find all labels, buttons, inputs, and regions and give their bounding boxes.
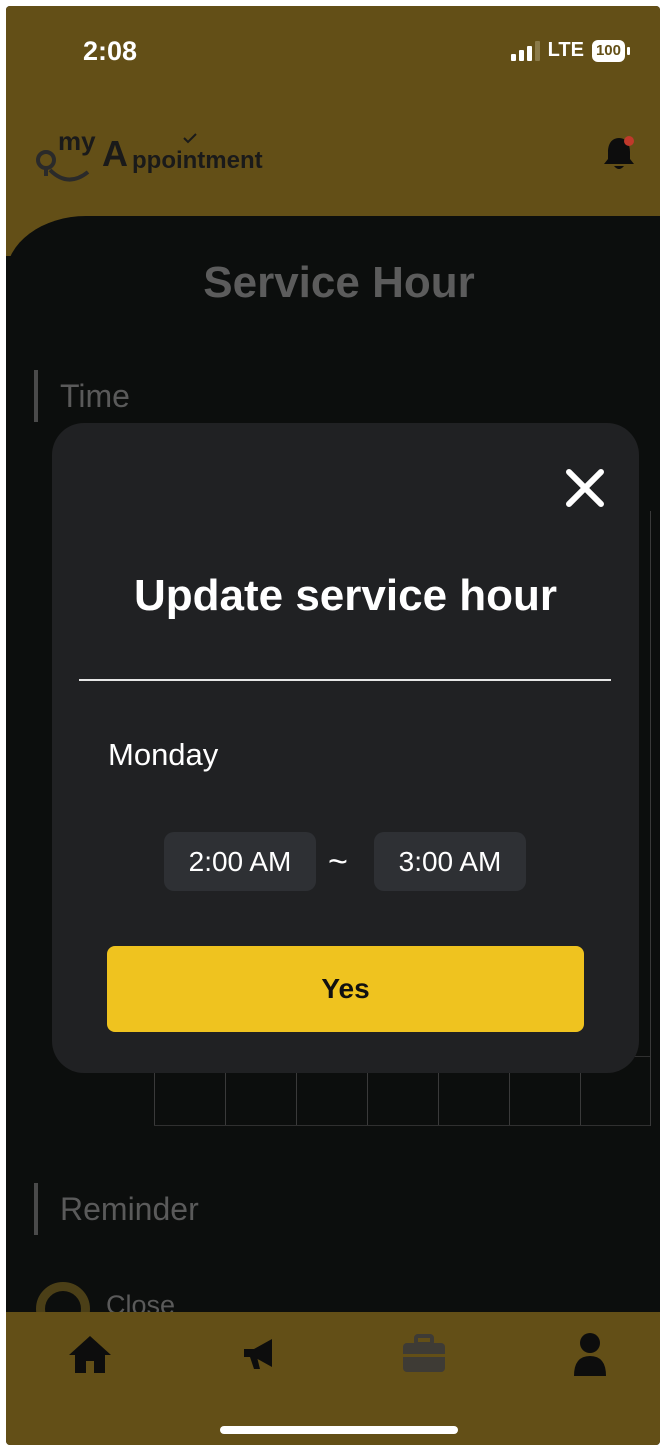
battery-icon: 100 — [591, 39, 630, 62]
megaphone-icon — [244, 1339, 272, 1369]
tab-profile[interactable] — [564, 1328, 616, 1380]
update-service-hour-dialog: Update service hour Monday 2:00 AM ~ 3:0… — [52, 423, 639, 1073]
home-indicator — [220, 1426, 458, 1434]
time-range-separator: ~ — [328, 843, 348, 881]
reminder-section-header: Reminder — [34, 1183, 199, 1235]
signal-icon — [510, 40, 540, 61]
status-time: 2:08 — [83, 36, 138, 66]
reminder-section-label: Reminder — [60, 1190, 199, 1227]
tab-home[interactable] — [64, 1328, 116, 1380]
app-logo: my A ppointment — [36, 126, 263, 182]
tab-services[interactable] — [398, 1328, 450, 1380]
battery-level: 100 — [591, 39, 625, 62]
dialog-title: Update service hour — [133, 571, 558, 620]
app-screen: 2:08 LTE 100 my A ppointment Service Hou… — [6, 6, 660, 1445]
status-indicators: LTE 100 — [510, 39, 630, 62]
day-label: Monday — [108, 737, 219, 772]
briefcase-icon — [403, 1334, 445, 1372]
close-icon[interactable] — [565, 468, 605, 508]
tab-announcements[interactable] — [234, 1328, 286, 1380]
page-title: Service Hour — [203, 258, 475, 307]
user-icon — [574, 1333, 606, 1376]
end-time-picker[interactable]: 3:00 AM — [374, 832, 526, 891]
dialog-divider — [79, 679, 611, 681]
svg-text:A: A — [102, 133, 128, 174]
notification-bell-icon[interactable] — [602, 134, 636, 172]
time-section-header: Time — [34, 370, 130, 422]
home-icon — [69, 1336, 111, 1373]
svg-text:my: my — [58, 126, 96, 156]
confirm-button[interactable]: Yes — [107, 946, 584, 1032]
network-label: LTE — [547, 39, 584, 61]
start-time-picker[interactable]: 2:00 AM — [164, 832, 316, 891]
svg-text:ppointment: ppointment — [132, 147, 263, 174]
time-section-label: Time — [60, 377, 130, 414]
